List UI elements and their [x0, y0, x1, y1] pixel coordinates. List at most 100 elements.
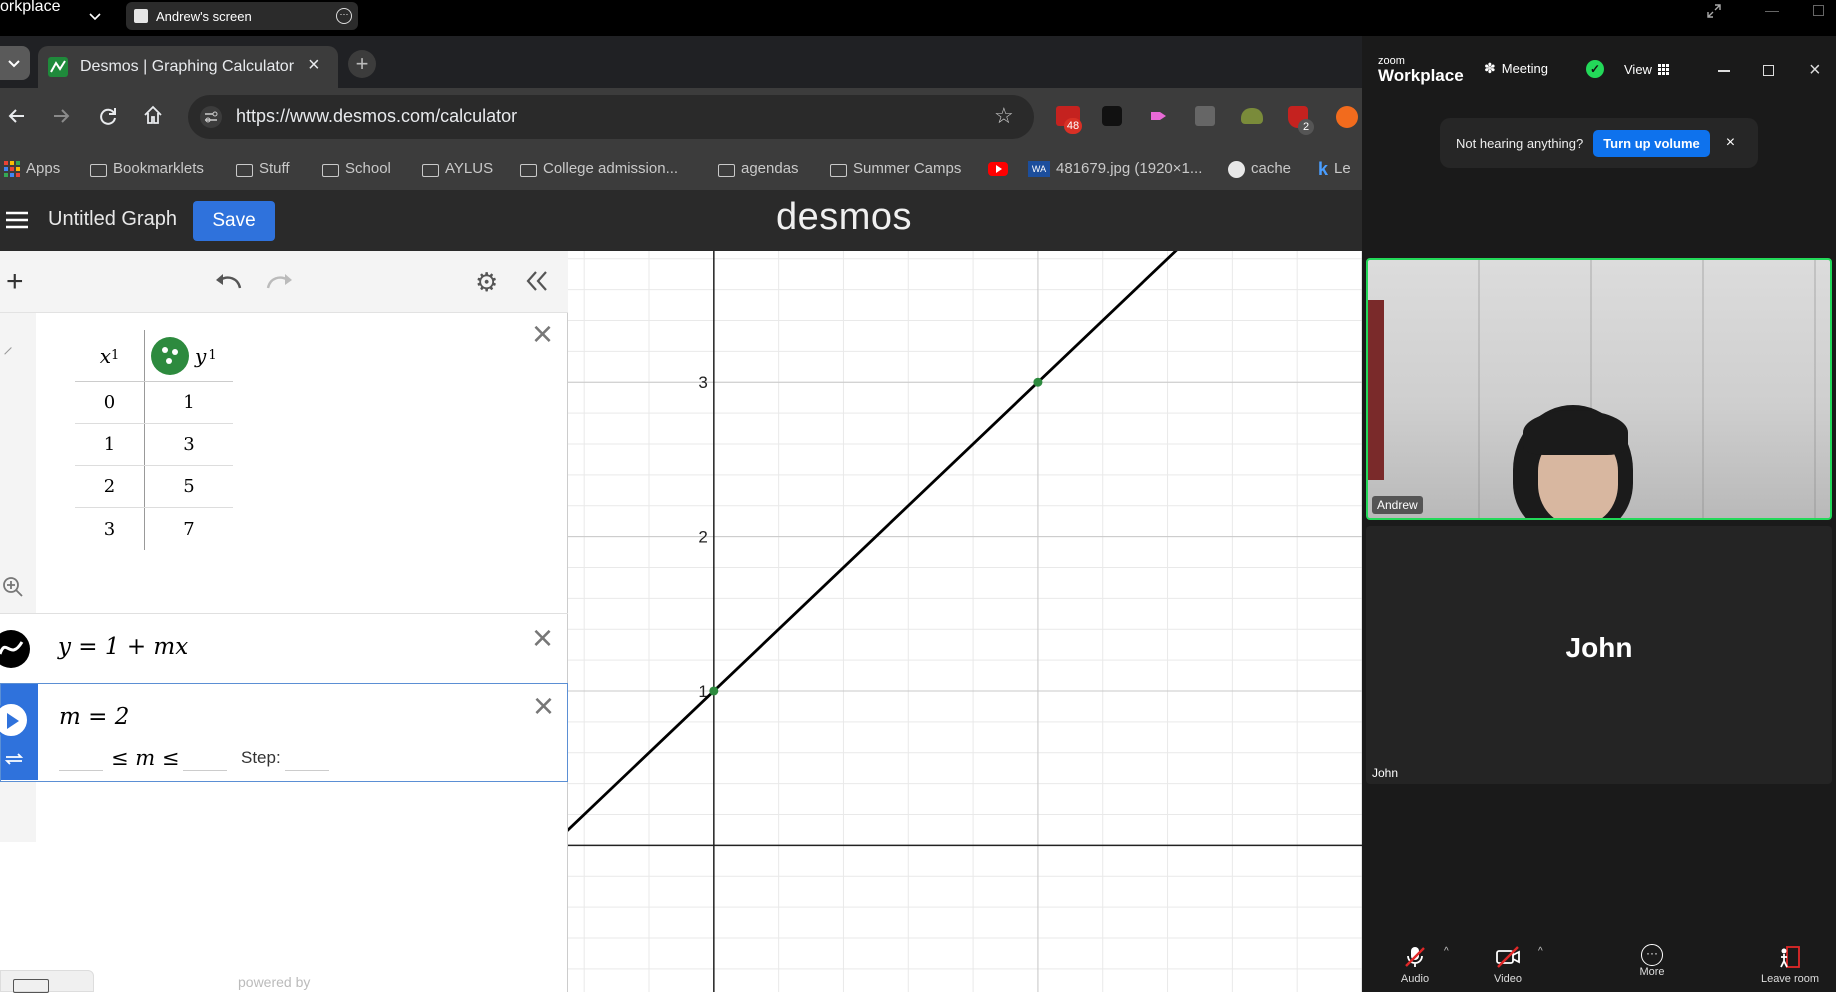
y-tick-label: 2 [698, 528, 707, 547]
delete-expression-icon[interactable]: × [532, 620, 553, 656]
table-cell-x[interactable]: 3 [75, 508, 145, 550]
data-table: x1 y1 01132537 [75, 330, 233, 550]
graph-canvas[interactable]: 123 [568, 251, 1362, 992]
close-tab-icon[interactable]: × [308, 54, 320, 77]
meeting-menu[interactable]: ✽ Meeting [1484, 60, 1548, 77]
bookmark-folder[interactable]: School [322, 148, 391, 190]
maximize-icon[interactable] [1763, 65, 1774, 76]
expression-text[interactable]: y = 1 + mx [58, 634, 188, 660]
extension-icon[interactable] [1102, 106, 1122, 126]
forward-icon[interactable] [50, 105, 72, 132]
series-line [568, 251, 1178, 832]
save-button[interactable]: Save [193, 201, 275, 241]
table-row: 37 [75, 508, 233, 550]
minimize-icon[interactable] [1765, 11, 1779, 12]
bookmark-folder[interactable]: AYLUS [422, 148, 493, 190]
video-options-caret-icon[interactable]: ^ [1538, 946, 1543, 957]
table-cell-x[interactable]: 2 [75, 466, 145, 507]
dismiss-notice-icon[interactable]: × [1726, 134, 1735, 152]
restore-icon[interactable] [1813, 5, 1824, 16]
zoom-fit-icon[interactable] [2, 576, 24, 603]
bookmark-link[interactable]: WA 481679.jpg (1920×1... [1028, 148, 1202, 190]
expand-icon[interactable] [1706, 3, 1722, 24]
slider-expression[interactable]: m = 2 [59, 704, 129, 730]
collapse-panel-icon[interactable] [524, 268, 550, 299]
participant-display-name: John [1565, 632, 1633, 663]
home-icon[interactable] [142, 104, 164, 131]
reload-icon[interactable] [97, 105, 119, 132]
more-button[interactable]: ··· More [1630, 944, 1674, 978]
close-icon[interactable]: × [1809, 60, 1821, 80]
turn-up-volume-button[interactable]: Turn up volume [1593, 129, 1710, 157]
meeting-control-bar: Audio ^ Video ^ ··· More Leave room [1362, 942, 1836, 992]
table-cell-x[interactable]: 0 [75, 382, 145, 423]
hamburger-menu-icon[interactable] [6, 211, 28, 229]
leave-room-button[interactable]: Leave room [1754, 944, 1826, 985]
powered-by-label: powered by [238, 974, 311, 990]
bookmark-youtube[interactable] [988, 148, 1008, 190]
bookmark-label: Stuff [259, 160, 290, 177]
table-cell-y[interactable]: 1 [145, 382, 233, 423]
table-cell-x[interactable]: 1 [75, 424, 145, 465]
bookmark-folder[interactable]: College admission... [520, 148, 678, 190]
bookmark-link[interactable]: k Le [1318, 148, 1351, 190]
bookmark-link[interactable]: cache [1228, 148, 1291, 190]
slider-step-input[interactable] [285, 770, 329, 771]
folder-icon [718, 163, 735, 177]
zoom-brand: zoom Workplace [1378, 55, 1464, 85]
graph-paper[interactable]: 123 [568, 251, 1362, 992]
slider-max-input[interactable] [183, 770, 227, 771]
audio-notice-text: Not hearing anything? [1456, 135, 1584, 151]
participant-tile-john[interactable]: John John [1366, 526, 1832, 784]
new-tab-button[interactable]: + [348, 50, 376, 78]
point-style-icon[interactable] [151, 336, 189, 375]
audio-options-caret-icon[interactable]: ^ [1444, 946, 1449, 957]
loop-icon[interactable] [3, 750, 25, 773]
graph-title[interactable]: Untitled Graph [48, 208, 177, 231]
extension-icon[interactable] [1149, 106, 1169, 126]
address-bar[interactable]: https://www.desmos.com/calculator ☆ [188, 95, 1034, 139]
bookmark-folder[interactable]: Bookmarklets [90, 148, 204, 190]
settings-gear-icon[interactable]: ⚙ [475, 269, 498, 295]
undo-icon[interactable] [214, 270, 244, 297]
folder-icon [236, 163, 253, 177]
delete-slider-icon[interactable]: × [533, 688, 554, 724]
add-item-icon[interactable]: + [6, 267, 24, 297]
extension-icon[interactable] [1241, 108, 1263, 124]
keyboard-toggle-icon[interactable] [0, 970, 94, 993]
person-hair [1523, 410, 1628, 455]
bookmark-apps[interactable]: Apps [4, 148, 60, 190]
bookmark-label: School [345, 160, 391, 177]
view-menu[interactable]: View [1624, 62, 1669, 77]
back-icon[interactable] [6, 105, 28, 132]
share-window-tab[interactable]: Andrew's screen ··· [126, 2, 358, 30]
extension-icon[interactable] [1336, 106, 1358, 128]
expression-row[interactable]: y = 1 + mx × [0, 613, 568, 683]
line-color-icon[interactable] [0, 630, 30, 668]
table-header-y[interactable]: y1 [145, 330, 233, 381]
table-cell-y[interactable]: 3 [145, 424, 233, 465]
slider-min-input[interactable] [59, 770, 103, 771]
table-cell-y[interactable]: 7 [145, 508, 233, 550]
bookmark-star-icon[interactable]: ☆ [994, 103, 1014, 129]
video-button[interactable]: Video [1484, 944, 1532, 985]
table-cell-y[interactable]: 5 [145, 466, 233, 507]
bookmark-folder[interactable]: Summer Camps [830, 148, 961, 190]
tab-desmos[interactable]: Desmos | Graphing Calculator × [38, 46, 338, 88]
table-header-x[interactable]: x1 [75, 330, 145, 381]
site-info-icon[interactable] [200, 106, 222, 128]
security-shield-icon[interactable]: ✓ [1586, 60, 1604, 78]
redo-icon[interactable] [264, 270, 294, 297]
tab-search-button[interactable] [0, 46, 30, 80]
chevron-down-icon[interactable] [88, 9, 102, 23]
bookmark-folder[interactable]: agendas [718, 148, 799, 190]
audio-button[interactable]: Audio [1392, 944, 1438, 985]
delete-table-icon[interactable]: × [532, 316, 553, 352]
more-options-icon[interactable]: ··· [336, 8, 352, 24]
bookmark-folder[interactable]: Stuff [236, 148, 290, 190]
regression-icon[interactable]: ⸝ [3, 332, 13, 359]
minimize-icon[interactable] [1718, 70, 1730, 72]
extension-icon[interactable] [1195, 106, 1215, 126]
slider-row[interactable]: m = 2 ≤ m ≤ Step: × [0, 683, 568, 782]
participant-video-andrew[interactable]: Andrew [1366, 258, 1832, 520]
